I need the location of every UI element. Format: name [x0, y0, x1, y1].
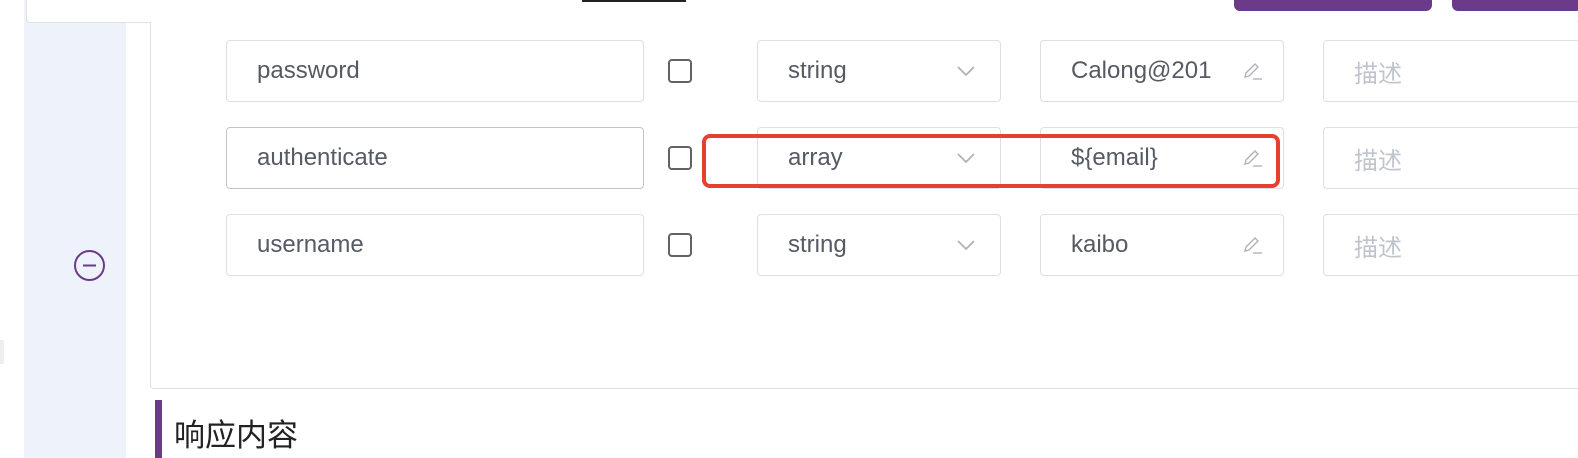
- param-name-text: username: [257, 231, 364, 258]
- param-description-input[interactable]: 描述: [1323, 214, 1578, 276]
- required-checkbox[interactable]: [668, 146, 692, 170]
- edit-pencil-icon[interactable]: [1241, 234, 1263, 256]
- section-accent-bar: [155, 400, 162, 458]
- param-value-input[interactable]: kaibo: [1040, 214, 1284, 276]
- type-select-value: array: [788, 144, 843, 171]
- param-value-text: kaibo: [1071, 231, 1129, 258]
- param-description-input[interactable]: 描述: [1323, 40, 1578, 102]
- type-select[interactable]: array: [757, 127, 1001, 189]
- param-description-input[interactable]: 描述: [1323, 127, 1578, 189]
- description-placeholder: 描述: [1354, 234, 1402, 262]
- chevron-down-icon: [957, 66, 975, 77]
- edit-pencil-icon[interactable]: [1241, 60, 1263, 82]
- chevron-down-icon: [957, 153, 975, 164]
- description-placeholder: 描述: [1354, 147, 1402, 175]
- remove-group-button[interactable]: [73, 249, 106, 282]
- scroll-notch: [0, 340, 4, 364]
- param-name-text: password: [257, 57, 360, 84]
- required-checkbox[interactable]: [668, 59, 692, 83]
- type-select[interactable]: string: [757, 214, 1001, 276]
- top-tab-underline: [582, 0, 686, 2]
- param-name-text: authenticate: [257, 144, 388, 171]
- param-name-input[interactable]: authenticate: [226, 127, 644, 189]
- type-select-value: string: [788, 231, 847, 258]
- section-title: 响应内容: [174, 418, 298, 453]
- param-value-input[interactable]: ${email}: [1040, 127, 1284, 189]
- minus-circle-icon: [74, 250, 105, 281]
- param-value-text: Calong@201: [1071, 57, 1212, 84]
- left-strip: [0, 0, 24, 458]
- type-select[interactable]: string: [757, 40, 1001, 102]
- chevron-down-icon: [957, 240, 975, 251]
- param-name-input[interactable]: password: [226, 40, 644, 102]
- param-name-input[interactable]: username: [226, 214, 644, 276]
- description-placeholder: 描述: [1354, 60, 1402, 88]
- top-action-button-2[interactable]: [1452, 0, 1578, 11]
- required-checkbox[interactable]: [668, 233, 692, 257]
- param-value-text: ${email}: [1071, 144, 1158, 171]
- type-select-value: string: [788, 57, 847, 84]
- param-value-input[interactable]: Calong@201: [1040, 40, 1284, 102]
- top-action-button[interactable]: [1234, 0, 1432, 11]
- edit-pencil-icon[interactable]: [1241, 147, 1263, 169]
